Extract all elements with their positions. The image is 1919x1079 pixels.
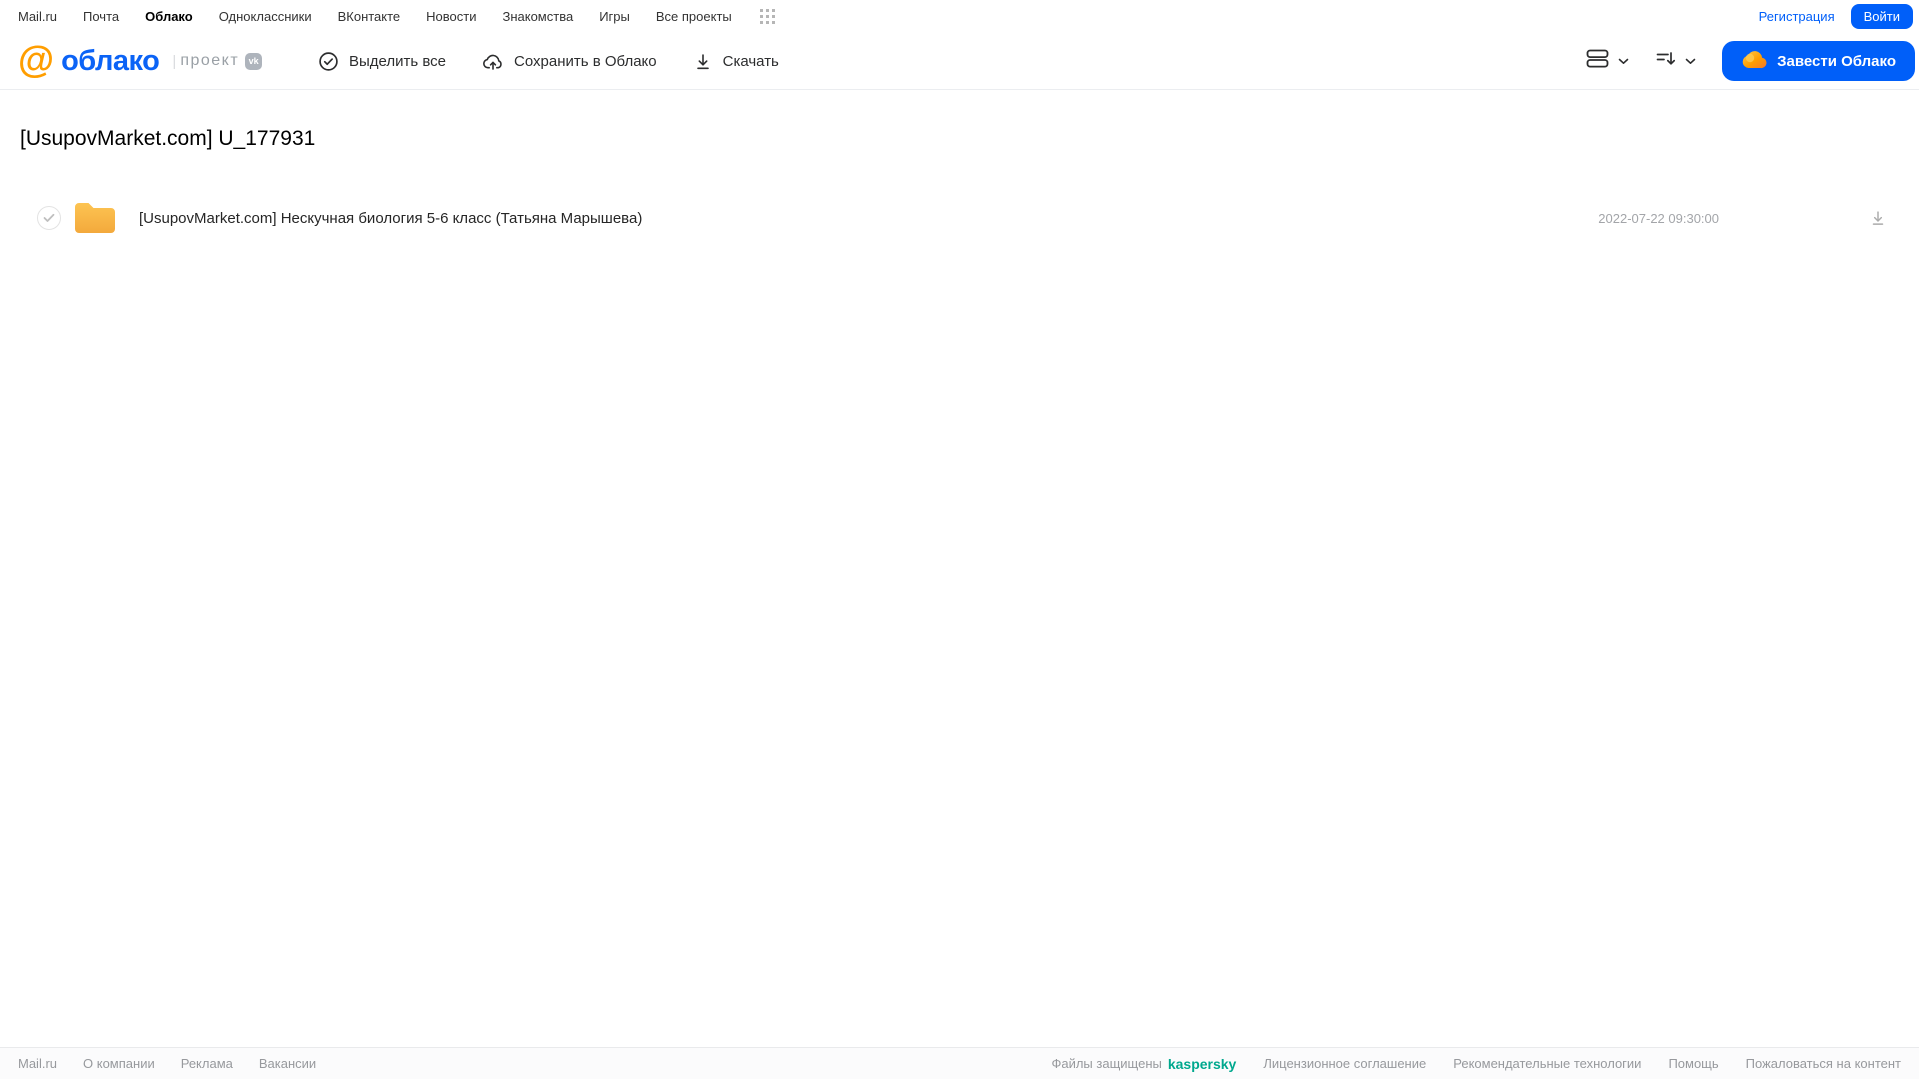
file-name-link[interactable]: [UsupovMarket.com] Нескучная биология 5-… bbox=[139, 210, 642, 227]
cloud-logo[interactable]: @ облако | проект vk bbox=[18, 39, 263, 80]
protection-text: Файлы защищены bbox=[1051, 1056, 1162, 1071]
sort-control[interactable] bbox=[1655, 49, 1696, 73]
toolbar: Выделить все Сохранить в Облако Скачать bbox=[318, 33, 779, 89]
select-all-label: Выделить все bbox=[349, 52, 447, 70]
footer-link-ads[interactable]: Реклама bbox=[181, 1056, 233, 1071]
apps-grid-icon[interactable] bbox=[759, 8, 776, 25]
nav-link-odnoklassniki[interactable]: Одноклассники bbox=[219, 9, 312, 24]
file-date: 2022-07-22 09:30:00 bbox=[1598, 210, 1719, 226]
save-to-cloud-label: Сохранить в Облако bbox=[514, 52, 657, 70]
header-right-controls: Завести Облако bbox=[1586, 41, 1915, 81]
check-circle-icon bbox=[318, 51, 339, 72]
nav-link-cloud[interactable]: Облако bbox=[145, 9, 193, 24]
nav-link-mailru[interactable]: Mail.ru bbox=[18, 9, 57, 24]
cloud-brand-icon bbox=[1741, 49, 1767, 74]
nav-link-mail[interactable]: Почта bbox=[83, 9, 119, 24]
sort-icon bbox=[1655, 49, 1676, 73]
row-checkbox[interactable] bbox=[37, 206, 61, 230]
download-button[interactable]: Скачать bbox=[693, 51, 779, 72]
project-label: проект bbox=[180, 52, 240, 69]
header: @ облако | проект vk Выделить все Сохран… bbox=[0, 33, 1919, 90]
footer-link-report-content[interactable]: Пожаловаться на контент bbox=[1746, 1056, 1901, 1071]
page-title: [UsupovMarket.com] U_177931 bbox=[20, 127, 316, 150]
kaspersky-logo[interactable]: kaspersky bbox=[1168, 1056, 1237, 1072]
cloud-upload-icon bbox=[482, 51, 504, 72]
chevron-down-icon bbox=[1618, 52, 1629, 70]
nav-link-vkontakte[interactable]: ВКонтакте bbox=[338, 9, 401, 24]
download-label: Скачать bbox=[722, 52, 779, 70]
mailru-at-icon: @ bbox=[18, 39, 55, 80]
footer-link-help[interactable]: Помощь bbox=[1668, 1056, 1718, 1071]
kaspersky-protection: Файлы защищены kaspersky bbox=[1051, 1056, 1236, 1072]
nav-link-all-projects[interactable]: Все проекты bbox=[656, 9, 732, 24]
row-download-icon[interactable] bbox=[1869, 209, 1887, 227]
nav-link-dating[interactable]: Знакомства bbox=[502, 9, 573, 24]
registration-link[interactable]: Регистрация bbox=[1759, 9, 1835, 24]
footer-link-recommendation-tech[interactable]: Рекомендательные технологии bbox=[1453, 1056, 1641, 1071]
chevron-down-icon bbox=[1685, 52, 1696, 70]
download-icon bbox=[693, 51, 713, 72]
login-button[interactable]: Войти bbox=[1850, 4, 1913, 29]
nav-link-news[interactable]: Новости bbox=[426, 9, 476, 24]
view-mode-control[interactable] bbox=[1586, 49, 1629, 73]
top-nav: Mail.ru Почта Облако Одноклассники ВКонт… bbox=[0, 0, 1919, 33]
folder-icon bbox=[73, 200, 117, 236]
footer-right-links: Файлы защищены kaspersky Лицензионное со… bbox=[1051, 1056, 1901, 1072]
select-all-button[interactable]: Выделить все bbox=[318, 51, 446, 72]
logo-product-name: облако bbox=[61, 44, 160, 77]
footer: Mail.ru О компании Реклама Вакансии Файл… bbox=[0, 1047, 1919, 1079]
save-to-cloud-button[interactable]: Сохранить в Облако bbox=[482, 51, 657, 72]
footer-link-about[interactable]: О компании bbox=[83, 1056, 155, 1071]
footer-left-links: Mail.ru О компании Реклама Вакансии bbox=[18, 1056, 316, 1071]
create-cloud-button[interactable]: Завести Облако bbox=[1722, 41, 1915, 81]
vk-badge-icon: vk bbox=[245, 52, 263, 70]
create-cloud-label: Завести Облако bbox=[1777, 52, 1896, 70]
nav-link-games[interactable]: Игры bbox=[599, 9, 630, 24]
footer-link-mailru[interactable]: Mail.ru bbox=[18, 1056, 57, 1071]
list-view-icon bbox=[1586, 49, 1609, 73]
top-nav-links: Mail.ru Почта Облако Одноклассники ВКонт… bbox=[18, 8, 776, 25]
file-row[interactable]: [UsupovMarket.com] Нескучная биология 5-… bbox=[20, 195, 1899, 241]
top-nav-right: Регистрация Войти bbox=[1759, 4, 1913, 29]
footer-link-license[interactable]: Лицензионное соглашение bbox=[1263, 1056, 1426, 1071]
logo-divider: | bbox=[172, 52, 177, 70]
footer-link-jobs[interactable]: Вакансии bbox=[259, 1056, 316, 1071]
